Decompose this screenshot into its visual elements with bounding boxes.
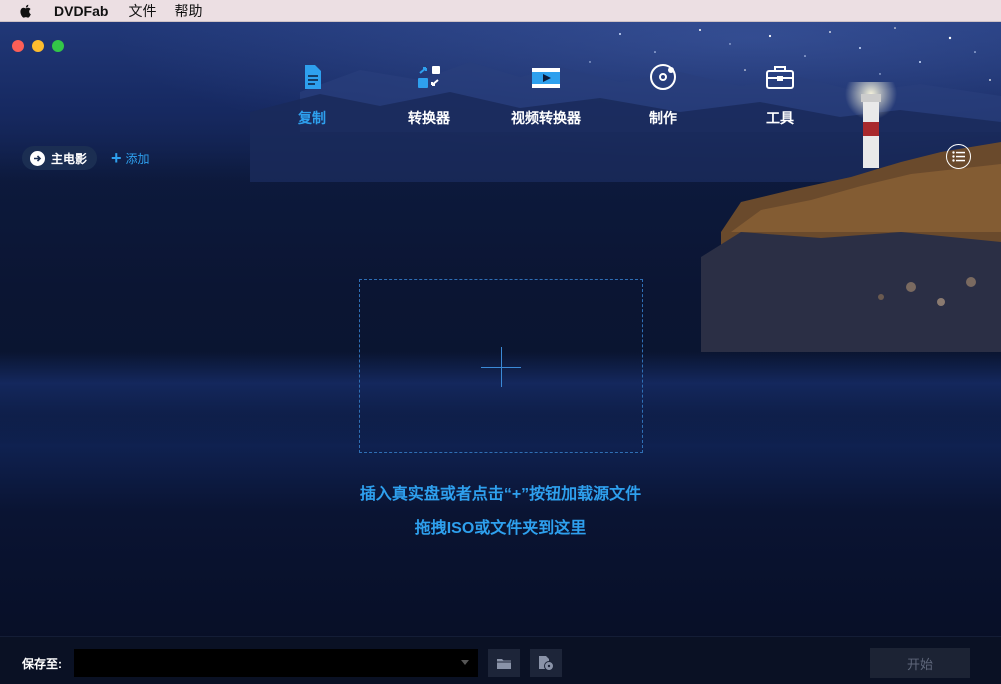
disc-file-icon (539, 656, 554, 671)
main-movie-label: 主电影 (51, 151, 88, 166)
menu-bar: DVDFab 文件 帮助 (0, 0, 1001, 22)
load-source-hint: 插入真实盘或者点击“+”按钮加载源文件 (359, 486, 642, 503)
tab-tools[interactable]: 工具 (725, 60, 835, 128)
drag-drop-hint: 拖拽ISO或文件夹到这里 (414, 520, 587, 537)
tab-label: 转换器 (408, 110, 450, 126)
save-path-input[interactable] (74, 649, 478, 677)
dropdown-arrow-icon[interactable] (461, 660, 469, 665)
add-label: 添加 (125, 151, 150, 166)
arrow-right-circle-icon (30, 150, 45, 166)
list-icon (952, 151, 965, 162)
toolbox-icon (766, 66, 794, 89)
zoom-window-button[interactable] (52, 40, 64, 52)
tab-video-converter[interactable]: 视频转换器 (491, 60, 601, 128)
app-window: 复制 转换器 视频转换器 制作 工具 主电影 + 添加 插入真实盘或者点击“+”… (0, 22, 1001, 684)
start-button[interactable]: 开始 (870, 648, 970, 678)
window-controls (12, 40, 64, 52)
add-source-button[interactable]: + 添加 (111, 149, 150, 167)
app-menu[interactable]: DVDFab (54, 3, 108, 19)
sub-toolbar: 主电影 + 添加 (22, 146, 150, 170)
menu-list-button[interactable] (946, 144, 971, 169)
folder-icon (497, 658, 511, 669)
iso-output-button[interactable] (530, 649, 562, 677)
tab-label: 复制 (298, 110, 326, 126)
apple-logo-icon[interactable] (18, 3, 34, 19)
bottom-bar: 保存至: 开始 (0, 636, 1001, 684)
tab-creator[interactable]: 制作 (608, 60, 718, 128)
main-nav: 复制 转换器 视频转换器 制作 工具 (0, 60, 1001, 160)
plus-icon-bar (481, 367, 521, 368)
copy-document-icon (305, 65, 321, 89)
menu-help[interactable]: 帮助 (174, 1, 202, 21)
browse-folder-button[interactable] (488, 649, 520, 677)
main-movie-button[interactable]: 主电影 (22, 146, 98, 170)
disc-creator-icon (650, 64, 676, 90)
tab-copy[interactable]: 复制 (257, 60, 367, 128)
plus-icon: + (111, 148, 122, 168)
save-to-label: 保存至: (22, 657, 62, 671)
menu-file[interactable]: 文件 (128, 1, 156, 21)
close-window-button[interactable] (12, 40, 24, 52)
tab-label: 视频转换器 (511, 110, 581, 126)
converter-icon (418, 66, 440, 88)
source-drop-zone[interactable] (359, 279, 643, 453)
tab-label: 工具 (766, 110, 794, 126)
video-converter-icon (532, 68, 560, 88)
tab-label: 制作 (649, 110, 677, 126)
tab-converter[interactable]: 转换器 (374, 60, 484, 128)
minimize-window-button[interactable] (32, 40, 44, 52)
